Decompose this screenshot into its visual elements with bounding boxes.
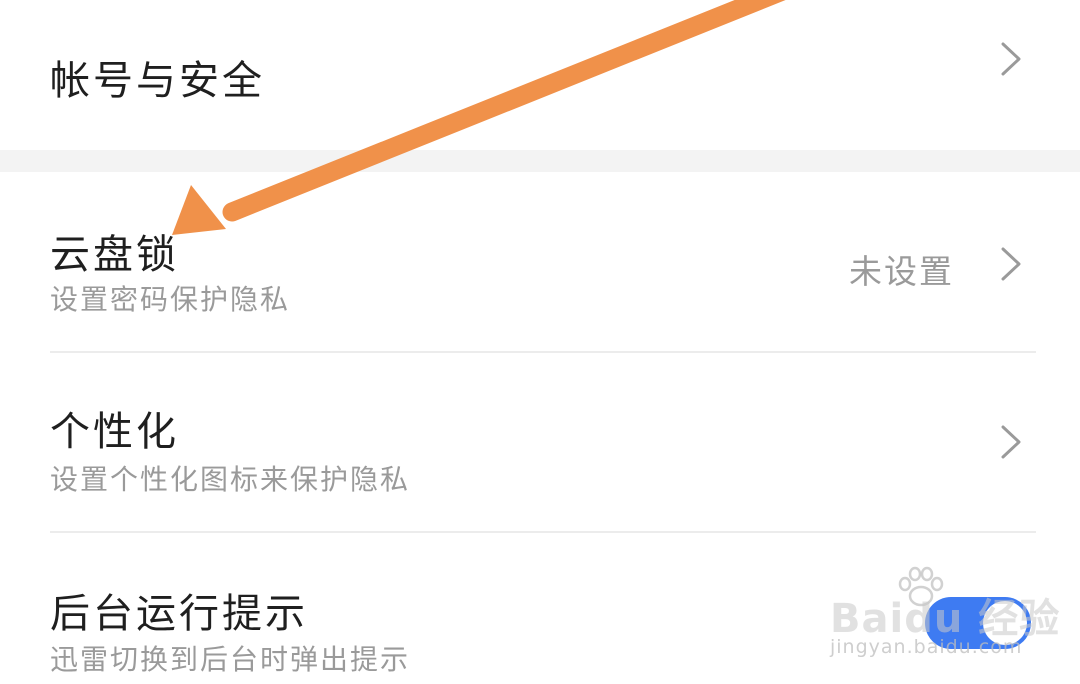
section-separator [0,150,1080,172]
settings-item-cloud-lock[interactable]: 云盘锁 设置密码保护隐私 未设置 [0,172,1080,352]
settings-item-personalization[interactable]: 个性化 设置个性化图标来保护隐私 [0,353,1080,531]
cloud-lock-subtitle: 设置密码保护隐私 [50,283,291,316]
settings-item-background-run: 后台运行提示 迅雷切换到后台时弹出提示 [0,533,1080,684]
chevron-right-icon [1001,247,1021,281]
cloud-lock-status: 未设置 [849,252,954,291]
chevron-right-icon [1001,425,1021,459]
background-run-subtitle: 迅雷切换到后台时弹出提示 [50,643,411,676]
account-security-title: 帐号与安全 [50,58,265,104]
settings-screen: 帐号与安全 云盘锁 设置密码保护隐私 未设置 个性化 设置个性化图标来保护隐私 … [0,0,1080,684]
cloud-lock-title: 云盘锁 [50,232,179,278]
toggle-knob [983,601,1027,645]
background-run-title: 后台运行提示 [50,591,308,637]
personalization-title: 个性化 [50,409,179,455]
background-run-toggle[interactable] [925,597,1031,649]
chevron-right-icon [1001,42,1021,76]
personalization-subtitle: 设置个性化图标来保护隐私 [50,463,411,496]
settings-item-account-security[interactable]: 帐号与安全 [0,0,1080,150]
